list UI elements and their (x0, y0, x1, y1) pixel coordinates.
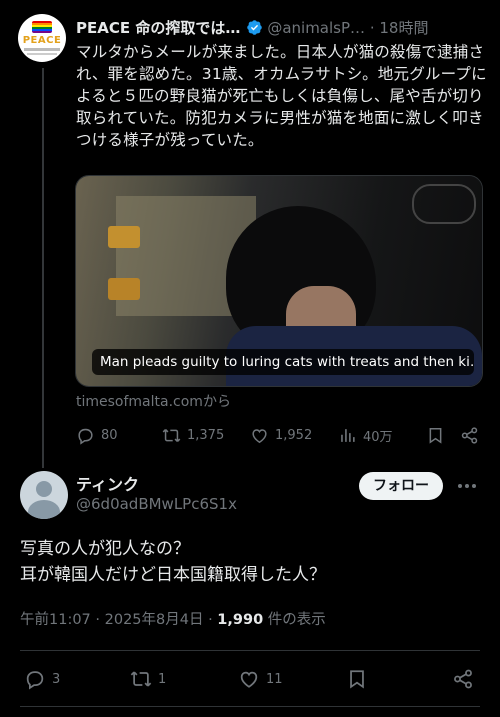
parent-tweet-header: PEACE 命の搾取では… @animalsP… · 18時間 (76, 17, 486, 39)
main-reply-count: 3 (52, 671, 61, 687)
main-like-button[interactable]: 11 (238, 664, 283, 694)
main-share-button[interactable] (452, 664, 480, 694)
reply-count: 80 (101, 427, 118, 443)
thread-line (42, 68, 44, 468)
parent-tweet-text: マルタからメールが来ました。日本人が猫の殺傷で逮捕され、罪を認めた。31歳、オカ… (76, 43, 487, 149)
main-view-count: 1,990 (217, 612, 264, 628)
link-source[interactable]: timesofmalta.comから (76, 391, 231, 411)
views-button[interactable]: 40万 (338, 422, 393, 448)
link-card-image[interactable]: Man pleads guilty to luring cats with tr… (75, 175, 483, 387)
main-reply-button[interactable]: 3 (24, 664, 60, 694)
link-card-title: Man pleads guilty to luring cats with tr… (92, 349, 474, 375)
bookmark-icon (350, 670, 364, 689)
share-icon (461, 426, 478, 444)
dot-separator: · (369, 19, 375, 37)
bookmark-button[interactable] (426, 422, 451, 448)
repost-icon (162, 428, 181, 442)
view-suffix: 件の表示 (263, 612, 326, 628)
default-avatar[interactable] (20, 471, 68, 519)
parent-tweet[interactable]: PEACE PEACE 命の搾取では… @animalsP… · 18時間 マルタ… (0, 0, 500, 468)
main-tweet-line-1: 写真の人が犯人なの？ (20, 539, 190, 559)
reply-button[interactable]: 80 (76, 422, 118, 448)
like-button[interactable]: 1,952 (250, 422, 312, 448)
share-icon (454, 669, 472, 689)
parent-time[interactable]: 18時間 (379, 19, 428, 37)
repost-icon (130, 671, 152, 687)
view-count: 40万 (363, 429, 393, 445)
bookmark-icon (429, 427, 442, 444)
heart-icon (252, 428, 267, 443)
tweet-metadata: 午前11:07 · 2025年8月4日 · 1,990 件の表示 (20, 608, 326, 629)
main-tweet-text: 写真の人が犯人なの？ 耳が韓国人だけど日本国籍取得した人？ (20, 536, 480, 588)
peace-avatar[interactable]: PEACE (18, 14, 66, 62)
follow-button[interactable]: フォロー (359, 472, 443, 500)
parent-handle[interactable]: @animalsP… (267, 19, 365, 37)
main-bookmark-button[interactable] (346, 664, 374, 694)
main-display-name[interactable]: ティンク (76, 471, 139, 495)
main-tweet-line-2: 耳が韓国人だけど日本国籍取得した人？ (20, 565, 326, 585)
parent-display-name[interactable]: PEACE 命の搾取では… (76, 19, 240, 37)
reply-icon (78, 428, 93, 445)
heart-icon (240, 671, 258, 688)
main-like-count: 11 (266, 671, 283, 687)
main-action-bar: 3 1 11 (20, 664, 480, 694)
repost-button[interactable]: 1,375 (162, 422, 224, 448)
more-options-icon[interactable] (455, 478, 479, 494)
rainbow-flag-icon (32, 21, 52, 33)
avatar-logo-text: PEACE (22, 35, 62, 46)
verified-badge-icon (247, 20, 263, 35)
analytics-icon (341, 428, 355, 442)
repost-count: 1,375 (187, 427, 225, 443)
like-count: 1,952 (275, 427, 313, 443)
main-repost-button[interactable]: 1 (130, 664, 166, 694)
share-button[interactable] (460, 422, 485, 448)
main-handle[interactable]: @6d0adBMwLPc6S1x (76, 495, 237, 513)
timestamp[interactable]: 午前11:07 · 2025年8月4日 · (20, 612, 217, 628)
parent-action-bar: 80 1,375 1,952 40万 (76, 422, 486, 448)
reply-icon (26, 671, 44, 690)
bottom-divider (20, 706, 480, 707)
main-repost-count: 1 (158, 671, 167, 687)
divider (20, 650, 480, 651)
